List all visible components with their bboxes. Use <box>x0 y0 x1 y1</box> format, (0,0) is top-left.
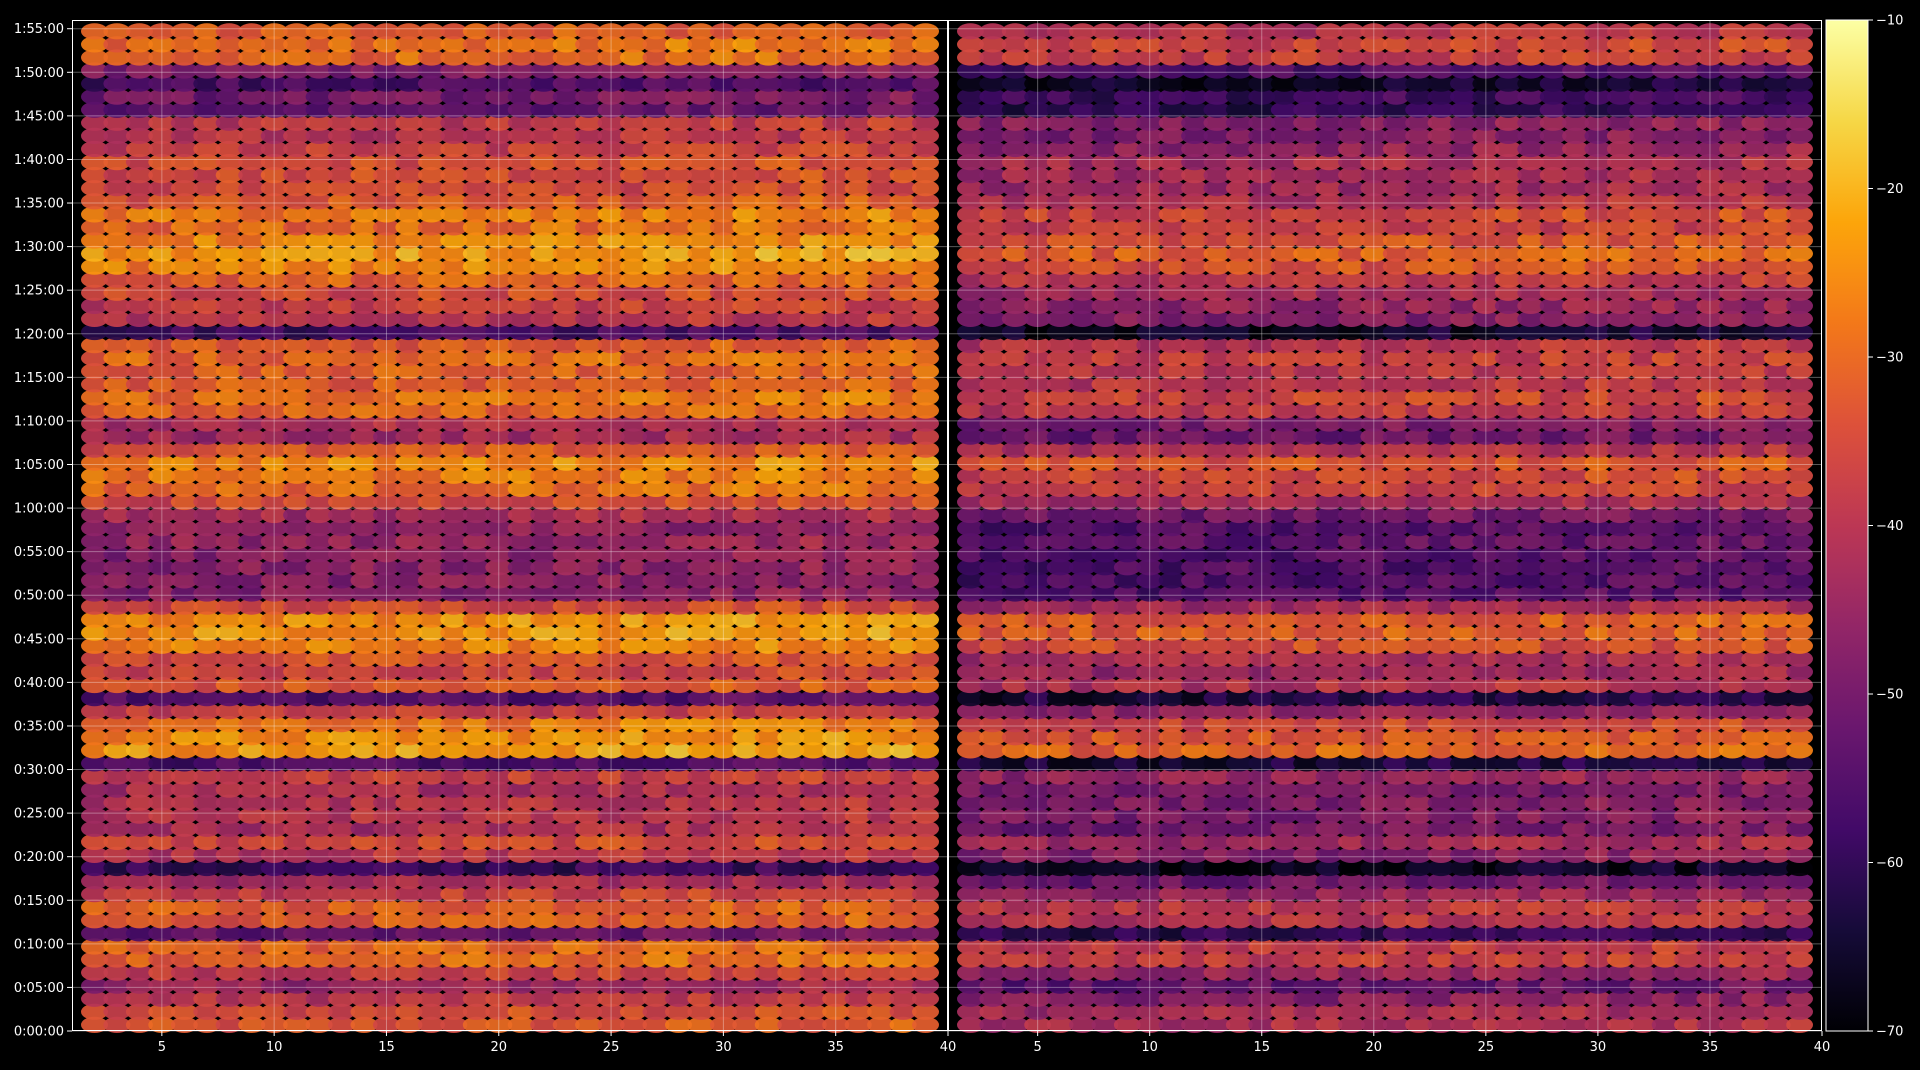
heatmap-cells-right <box>957 23 1813 1033</box>
x-tick-label: 15 <box>378 1040 395 1055</box>
panel-right: 510152025303540 <box>948 20 1830 1055</box>
x-tick-label: 5 <box>158 1040 166 1055</box>
panels-group: 5101520253035405101520253035400:00:000:0… <box>14 20 1830 1055</box>
x-tick-label: 30 <box>715 1040 732 1055</box>
chart-svg: 5101520253035405101520253035400:00:000:0… <box>0 0 1920 1066</box>
heatmap-cell <box>912 23 939 39</box>
x-tick-label: 40 <box>940 1040 957 1055</box>
x-tick-label: 25 <box>603 1040 620 1055</box>
x-tick-label: 35 <box>827 1040 844 1055</box>
x-tick-label: 20 <box>490 1040 507 1055</box>
x-tick-label: 10 <box>266 1040 283 1055</box>
panel-left: 5 10 15 20 25 30 35 40 <box>72 20 956 1055</box>
chart-root: 5101520253035405101520253035400:00:000:0… <box>0 0 1920 1066</box>
heatmap-cells-left <box>81 23 939 1033</box>
